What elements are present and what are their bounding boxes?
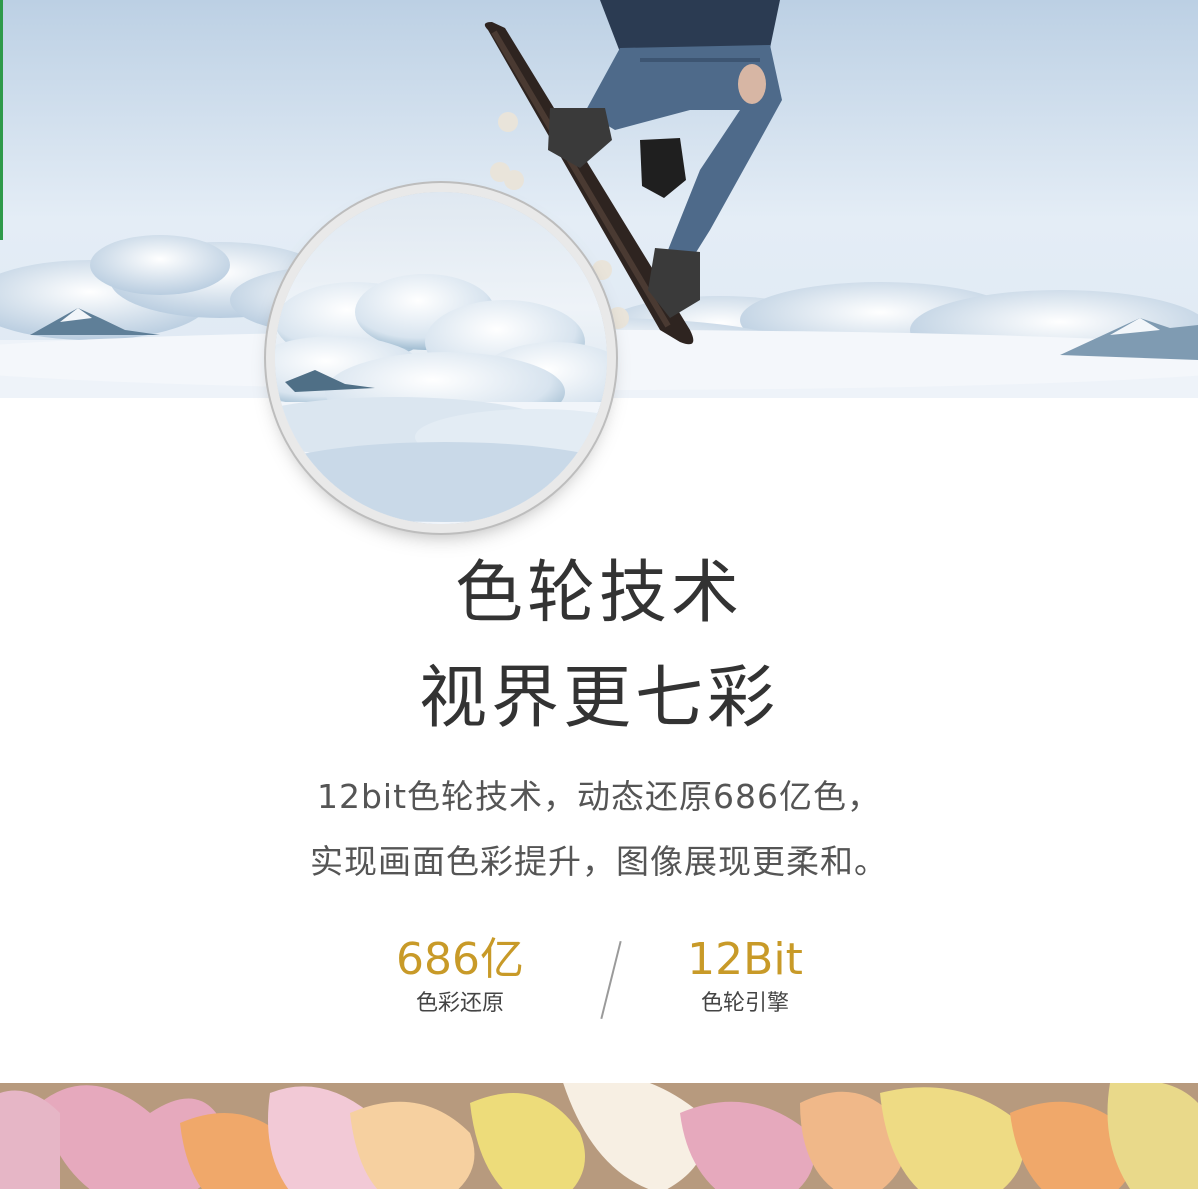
stat-value-bit: 12Bit (687, 934, 803, 985)
magnifier-lens (275, 192, 607, 524)
stat-label-colors: 色彩还原 (415, 991, 504, 1016)
description-line-2: 实现画面色彩提升，图像展现更柔和。 (310, 842, 888, 881)
green-edge-strip (0, 0, 3, 240)
magnified-cloud-image (275, 192, 607, 524)
candy-hearts-image (0, 1083, 1198, 1189)
stat-label-bit: 色轮引擎 (700, 991, 789, 1016)
headline-line-2: 视界更七彩 (418, 659, 779, 738)
stat-value-colors: 686亿 (396, 934, 524, 985)
headline-line-1: 色轮技术 (454, 554, 743, 633)
candy-hearts-photo (0, 1083, 1198, 1189)
description-line-1: 12bit色轮技术，动态还原686亿色， (316, 777, 882, 816)
